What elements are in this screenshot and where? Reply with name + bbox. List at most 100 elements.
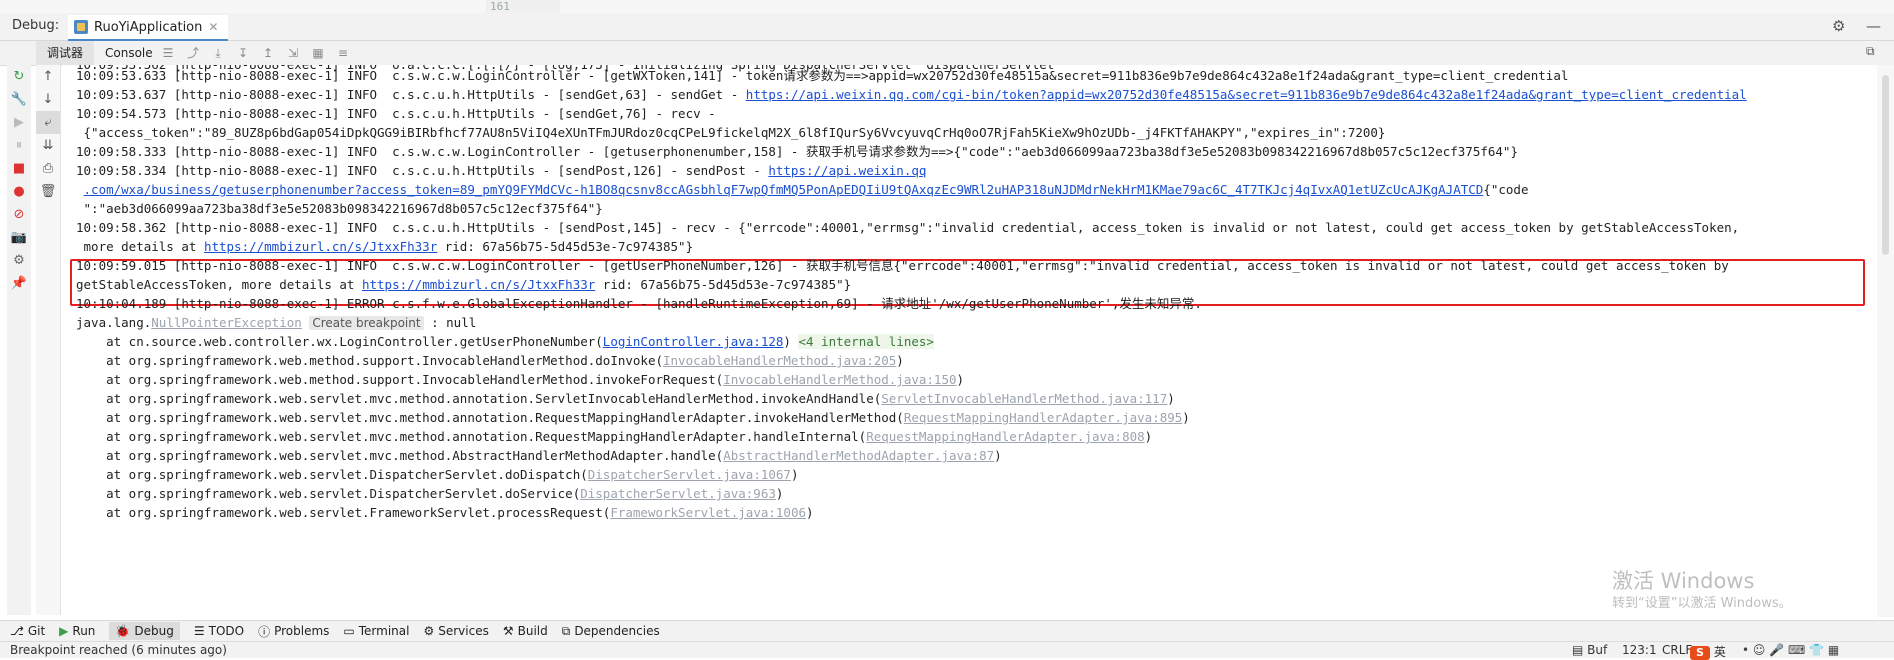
editor-strip: 161	[0, 0, 1894, 14]
tab-run[interactable]: ▶ Run	[59, 624, 95, 638]
create-breakpoint-hint[interactable]: Create breakpoint	[309, 316, 424, 330]
stack-line: at org.springframework.web.method.suppor…	[76, 353, 904, 368]
console-line: more details at https://mmbizurl.cn/s/Jt…	[76, 239, 694, 254]
resume-icon[interactable]: ▶	[7, 111, 31, 134]
stack-line: at org.springframework.web.servlet.mvc.m…	[76, 429, 1153, 444]
console-output[interactable]: 10:09:53.562 [http-nio-8088-exec-1] INFO…	[62, 65, 1877, 617]
pause-icon[interactable]: ⏸	[7, 134, 31, 157]
console-line: getStableAccessToken, more details at ht…	[76, 277, 852, 292]
soft-wrap-icon[interactable]: ⤶	[36, 111, 60, 134]
source-link[interactable]: DispatcherServlet.java:1067	[588, 467, 791, 482]
tab-todo[interactable]: ☰ TODO	[194, 624, 244, 638]
run-to-cursor-icon[interactable]: ⇲	[285, 45, 301, 61]
problems-icon: ⓘ	[258, 624, 271, 639]
stack-line: at org.springframework.web.servlet.Frame…	[76, 505, 814, 520]
camera-icon[interactable]: 📷	[7, 226, 31, 249]
console-line: 10:09:53.637 [http-nio-8088-exec-1] INFO…	[76, 87, 1747, 102]
tab-debug[interactable]: 🐞 Debug	[109, 622, 180, 640]
source-link[interactable]: AbstractHandlerMethodAdapter.java:87	[723, 448, 994, 463]
step-out-icon[interactable]: ↥	[260, 45, 276, 61]
vertical-scrollbar[interactable]	[1877, 65, 1894, 617]
source-link[interactable]: ServletInvocableHandlerMethod.java:117	[881, 391, 1167, 406]
tab-console[interactable]: Console	[94, 41, 164, 65]
scroll-to-end-icon[interactable]: ⇊	[36, 134, 60, 157]
console-actions-toolbar: ↑ ↓ ⤶ ⇊ ⎙ 🗑	[36, 65, 61, 615]
view-breakpoints-icon[interactable]: ●	[7, 180, 31, 203]
step-into-icon[interactable]: ↧	[235, 45, 251, 61]
scroll-up-icon[interactable]: ↑	[36, 65, 60, 88]
show-execution-point-icon[interactable]: ⤴	[185, 45, 201, 61]
source-link[interactable]: DispatcherServlet.java:963	[580, 486, 776, 501]
settings-gear-icon[interactable]: ⚙	[1832, 17, 1845, 35]
console-line: 10:09:54.573 [http-nio-8088-exec-1] INFO…	[76, 106, 716, 121]
modify-config-icon[interactable]: 🔧	[7, 88, 31, 111]
console-line: ":"aeb3d066099aa723ba38df3e5e52083b09834…	[76, 201, 603, 216]
minimize-icon[interactable]: —	[1866, 17, 1881, 35]
console-line: 10:09:58.333 [http-nio-8088-exec-1] INFO…	[76, 144, 1518, 159]
buf-indicator[interactable]: ▤ Buf	[1572, 643, 1607, 657]
internal-lines-fold[interactable]: <4 internal lines>	[798, 334, 934, 349]
tab-dependencies[interactable]: ⧉ Dependencies	[562, 624, 660, 639]
stack-line: at org.springframework.web.servlet.mvc.m…	[76, 391, 1175, 406]
source-link[interactable]: InvocableHandlerMethod.java:205	[663, 353, 896, 368]
status-message: Breakpoint reached (6 minutes ago)	[10, 643, 227, 657]
ime-indicator[interactable]: S 英	[1690, 643, 1726, 660]
source-link[interactable]: RequestMappingHandlerAdapter.java:895	[904, 410, 1182, 425]
status-bar: Breakpoint reached (6 minutes ago) ▤ Buf…	[0, 641, 1894, 660]
console-line: 10:09:58.334 [http-nio-8088-exec-1] INFO…	[76, 163, 927, 178]
url-link[interactable]: https://mmbizurl.cn/s/JtxxFh33r	[204, 239, 437, 254]
dependencies-icon: ⧉	[561, 623, 571, 638]
step-over-icon[interactable]: ⤓	[210, 45, 226, 61]
url-link[interactable]: .com/wxa/business/getuserphonenumber?acc…	[84, 182, 1484, 197]
clear-all-icon[interactable]: 🗑	[36, 180, 60, 203]
url-link[interactable]: https://api.weixin.qq	[768, 163, 926, 178]
console-line: java.lang.NullPointerException Create br…	[76, 315, 477, 330]
stack-line: at cn.source.web.controller.wx.LoginCont…	[76, 334, 934, 349]
tab-services[interactable]: ⚙ Services	[423, 624, 488, 638]
stack-line: at org.springframework.web.servlet.mvc.m…	[76, 410, 1190, 425]
editor-line-number: 161	[486, 0, 560, 13]
exception-link[interactable]: NullPointerException	[151, 315, 302, 330]
menu-icon[interactable]: ☰	[160, 45, 176, 61]
tab-terminal[interactable]: ▭ Terminal	[343, 624, 409, 638]
pin-icon[interactable]: 📌	[7, 272, 31, 295]
stack-line: at org.springframework.web.servlet.mvc.m…	[76, 448, 1002, 463]
console-line: 10:09:59.015 [http-nio-8088-exec-1] INFO…	[76, 258, 1729, 273]
close-tab-icon[interactable]: ✕	[208, 20, 218, 34]
tool-window-bar: ⎇ Git ▶ Run 🐞 Debug ☰ TODO ⓘ Problems ▭ Termin…	[0, 620, 1894, 641]
tab-build[interactable]: ⚒ Build	[503, 624, 548, 638]
trace-icon[interactable]: ≡	[335, 45, 351, 61]
url-link[interactable]: https://api.weixin.qq.com/cgi-bin/token?…	[746, 87, 1747, 102]
services-icon: ⚙	[423, 624, 435, 638]
source-link[interactable]: RequestMappingHandlerAdapter.java:808	[866, 429, 1144, 444]
tab-ruoyi-application[interactable]: RuoYiApplication ✕	[68, 15, 229, 42]
windows-activation-subtitle: 转到“设置”以激活 Windows。	[1612, 596, 1792, 611]
cursor-position[interactable]: 123:1	[1622, 643, 1657, 657]
tab-debugger[interactable]: 调试器	[36, 41, 95, 65]
ime-toolbar-icons[interactable]: • ☺ 🎤 ⌨ 👕 ▦	[1742, 643, 1839, 657]
scroll-down-icon[interactable]: ↓	[36, 88, 60, 111]
debug-label: Debug:	[12, 18, 60, 33]
settings-icon[interactable]: ⚙	[7, 249, 31, 272]
source-link[interactable]: InvocableHandlerMethod.java:150	[723, 372, 956, 387]
line-separator[interactable]: CRLF	[1662, 643, 1692, 657]
run-icon: ▶	[59, 624, 69, 638]
list-icon: ☰	[193, 624, 205, 638]
console-line: {"access_token":"89_8UZ8p6bdGap054iDpkQG…	[76, 125, 1386, 140]
stop-icon[interactable]: ■	[7, 157, 31, 180]
source-link[interactable]: LoginController.java:128	[603, 334, 784, 349]
print-icon[interactable]: ⎙	[36, 157, 60, 180]
source-link[interactable]: FrameworkServlet.java:1006	[610, 505, 806, 520]
rerun-icon[interactable]: ↻	[7, 65, 31, 88]
tab-problems[interactable]: ⓘ Problems	[258, 623, 329, 640]
console-line: .com/wxa/business/getuserphonenumber?acc…	[83, 182, 1529, 197]
stack-line: at org.springframework.web.servlet.Dispa…	[76, 486, 784, 501]
bug-icon: 🐞	[115, 624, 131, 638]
debug-actions-toolbar: ↻ 🔧 ▶ ⏸ ■ ● ⊘ 📷 ⚙ 📌	[7, 65, 31, 615]
tab-git[interactable]: ⎇ Git	[10, 624, 45, 638]
layout-icon[interactable]: ⧉	[1866, 44, 1875, 59]
url-link[interactable]: https://mmbizurl.cn/s/JtxxFh33r	[362, 277, 595, 292]
mute-breakpoints-icon[interactable]: ⊘	[7, 203, 31, 226]
scrollbar-thumb[interactable]	[1882, 75, 1889, 255]
evaluate-expression-icon[interactable]: ▦	[310, 45, 326, 61]
